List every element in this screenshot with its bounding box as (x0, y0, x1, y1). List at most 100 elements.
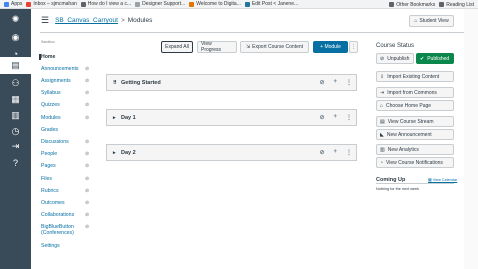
course-nav-home[interactable]: Home (39, 54, 55, 60)
module-day-2[interactable]: ▸ Day 2 ⊘ + ⋮ (106, 144, 357, 161)
kebab-icon[interactable]: ⋮ (346, 114, 352, 121)
eye-slash-icon: ⊘ (85, 66, 90, 72)
check-circle-icon: ✔ (420, 55, 425, 62)
courses-icon[interactable]: ▤ (9, 59, 22, 72)
import-existing-content-button[interactable]: ⇩ Import Existing Content (376, 71, 454, 82)
commons-icon[interactable]: ⇥ (9, 140, 22, 153)
student-view-label: Student View (419, 18, 449, 24)
module-title: Day 2 (121, 150, 136, 156)
stream-icon: ▤ (380, 118, 385, 125)
page-icon (189, 1, 195, 7)
kebab-icon: ⋮ (351, 44, 356, 50)
bookmark-apps[interactable]: Apps (4, 1, 22, 7)
eye-slash-icon: ⊘ (85, 115, 90, 121)
view-progress-label: View Progress (201, 41, 222, 53)
bookmark-label: Inbox – sjmcmahan (33, 1, 77, 7)
button-label: Import Existing Content (387, 73, 440, 80)
expand-all-button[interactable]: Expand All (161, 41, 193, 53)
bookmark-welcome[interactable]: Welcome to Digita... (189, 1, 241, 7)
bookmark-label: Apps (11, 1, 23, 7)
hamburger-icon[interactable]: ☰ (41, 15, 49, 26)
bookmark-label: How do I view a c... (87, 1, 132, 7)
new-analytics-button[interactable]: ▥ New Analytics (376, 144, 454, 155)
export-label: Export Course Content (252, 44, 304, 50)
wordpress-icon (244, 1, 250, 7)
import-from-commons-button[interactable]: ⇥ Import from Commons (376, 87, 454, 98)
analytics-icon: ▥ (380, 146, 385, 153)
course-nav-announcements[interactable]: Announcements (41, 66, 79, 72)
history-icon[interactable]: ◷ (9, 125, 22, 138)
scrollbar[interactable] (464, 9, 478, 269)
calendar-icon[interactable]: ▦ (9, 93, 22, 106)
published-button[interactable]: ✔ Published (416, 53, 454, 64)
canvas-logo-icon[interactable]: ✺ (9, 13, 22, 26)
kebab-icon[interactable]: ⋮ (346, 79, 352, 86)
add-item-icon[interactable]: + (333, 149, 337, 156)
view-calendar-link[interactable]: ▦ View Calendar (428, 177, 457, 182)
bookmark-designer-support[interactable]: Designer Support... (135, 1, 185, 7)
view-progress-button[interactable]: View Progress (197, 41, 237, 53)
button-label: Choose Home Page (386, 102, 432, 109)
add-item-icon[interactable]: + (333, 79, 337, 86)
unpublish-icon: ⊘ (380, 55, 385, 62)
course-nav-assignments[interactable]: Assignments (41, 78, 71, 84)
groups-icon[interactable]: ⚇ (9, 77, 22, 90)
published-label: Published (427, 55, 450, 62)
unpublished-icon[interactable]: ⊘ (319, 149, 324, 156)
course-nav-modules[interactable]: Modules (41, 115, 61, 121)
course-nav-syllabus[interactable]: Syllabus (41, 90, 61, 96)
commons-icon: ⇥ (380, 89, 385, 96)
bookmark-edit-post[interactable]: Edit Post < Janene... (244, 1, 298, 7)
course-nav-collaborations[interactable]: Collaborations (41, 212, 74, 218)
course-nav-discussions[interactable]: Discussions (41, 139, 69, 145)
page-title: Modules (127, 17, 153, 24)
course-nav-grades[interactable]: Grades (41, 127, 58, 133)
course-nav-bigbluebutton[interactable]: BigBlueButton (Conferences) (41, 224, 79, 236)
bookmark-inbox[interactable]: Inbox – sjmcmahan (26, 1, 77, 7)
module-day-1[interactable]: ▸ Day 1 ⊘ + ⋮ (106, 109, 357, 126)
collapse-arrow-icon[interactable]: ▸ (113, 115, 116, 121)
help-icon[interactable]: ? (9, 156, 22, 169)
course-nav-outcomes[interactable]: Outcomes (41, 200, 65, 206)
other-bookmarks[interactable]: Other Bookmarks (389, 2, 435, 8)
course-nav-label: Sandbox (41, 40, 55, 44)
course-status-title: Course Status (376, 43, 415, 49)
course-nav-settings[interactable]: Settings (41, 243, 60, 249)
course-link[interactable]: SB_Canvas_Carryout (55, 17, 118, 24)
add-item-icon[interactable]: + (333, 114, 337, 121)
unpublished-icon[interactable]: ⊘ (319, 79, 324, 86)
reading-list[interactable]: Reading List (439, 2, 474, 8)
unpublish-button[interactable]: ⊘ Unpublish (376, 53, 414, 64)
import-icon: ⇩ (380, 73, 385, 80)
course-nav-files[interactable]: Files (41, 176, 52, 182)
add-module-label: + Module (320, 44, 341, 50)
bookmark-label: Welcome to Digita... (196, 1, 241, 7)
megaphone-icon: ◣ (380, 131, 384, 138)
drag-handle-icon[interactable]: ⠿ (113, 80, 117, 86)
more-options-button[interactable]: ⋮ (349, 41, 358, 53)
gmail-icon (26, 1, 32, 7)
new-announcement-button[interactable]: ◣ New Announcement (376, 129, 454, 140)
choose-home-page-button[interactable]: ⌂ Choose Home Page (376, 100, 454, 111)
unpublished-icon[interactable]: ⊘ (319, 114, 324, 121)
course-nav-people[interactable]: People (41, 151, 57, 157)
eye-slash-icon: ⊘ (85, 212, 90, 218)
eye-slash-icon: ⊘ (85, 200, 90, 206)
course-nav-quizzes[interactable]: Quizzes (41, 102, 60, 108)
bell-icon: ◔ (380, 159, 384, 166)
export-course-content-button[interactable]: ⇲ Export Course Content (240, 41, 309, 53)
account-icon[interactable]: ◉ (9, 31, 22, 44)
bookmark-how-do-i[interactable]: How do I view a c... (80, 1, 132, 7)
module-getting-started[interactable]: ⠿ Getting Started ⊘ + ⋮ (106, 74, 357, 91)
button-label: View Course Notifications (386, 159, 443, 166)
inbox-icon[interactable]: ▥ (9, 109, 22, 122)
student-view-button[interactable]: ⌂ Student View (409, 15, 454, 27)
add-module-button[interactable]: + Module (313, 41, 348, 53)
course-nav-pages[interactable]: Pages (41, 163, 56, 169)
kebab-icon[interactable]: ⋮ (346, 149, 352, 156)
view-course-stream-button[interactable]: ▤ View Course Stream (376, 116, 454, 127)
course-nav-rubrics[interactable]: Rubrics (41, 188, 59, 194)
nothing-upcoming: Nothing for the next week (376, 187, 420, 191)
view-course-notifications-button[interactable]: ◔ View Course Notifications (376, 157, 454, 168)
collapse-arrow-icon[interactable]: ▸ (113, 150, 116, 156)
